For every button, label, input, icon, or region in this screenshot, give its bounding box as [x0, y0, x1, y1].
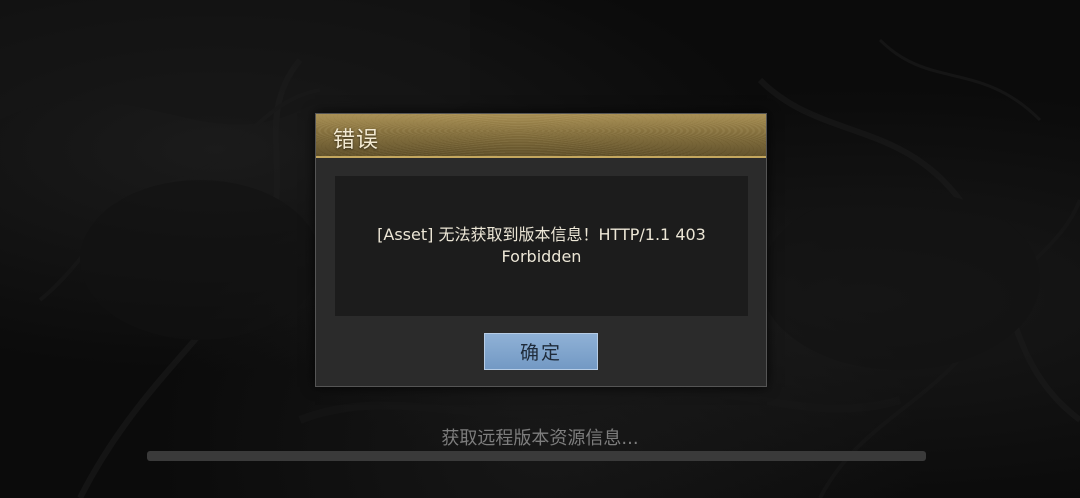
- loading-progress-bar: [147, 451, 926, 461]
- error-message: [Asset] 无法获取到版本信息！HTTP/1.1 403 Forbidden: [377, 225, 706, 266]
- dialog-header: 错误: [316, 114, 766, 158]
- dialog-title: 错误: [333, 128, 380, 153]
- error-dialog: 错误 [Asset] 无法获取到版本信息！HTTP/1.1 403 Forbid…: [315, 113, 767, 387]
- game-loading-screen: 错误 [Asset] 无法获取到版本信息！HTTP/1.1 403 Forbid…: [0, 0, 1080, 498]
- message-panel: [Asset] 无法获取到版本信息！HTTP/1.1 403 Forbidden: [335, 176, 748, 316]
- loading-status-text: 获取远程版本资源信息...: [441, 428, 639, 449]
- confirm-button[interactable]: 确定: [484, 333, 598, 370]
